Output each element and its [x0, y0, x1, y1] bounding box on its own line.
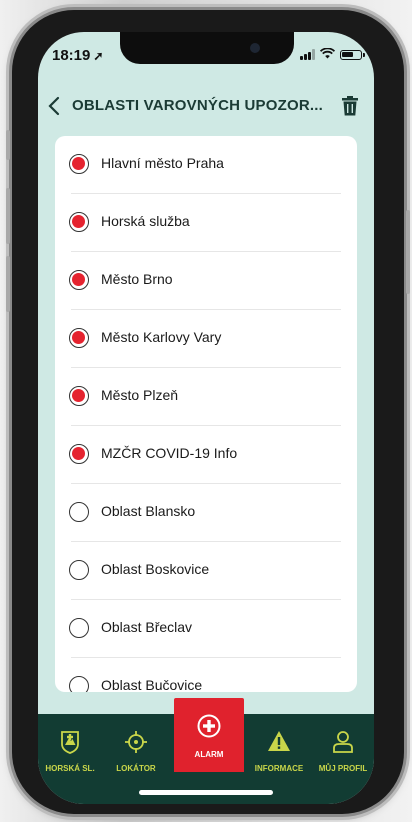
radio-button[interactable] — [69, 444, 89, 464]
plus-circle-icon — [197, 714, 221, 743]
page-title: OBLASTI VAROVNÝCH UPOZOR... — [72, 97, 323, 114]
list-item[interactable]: Oblast Bučovice — [55, 658, 357, 692]
tab-horska-sluzba[interactable]: HORSKÁ SL. — [38, 714, 102, 780]
status-time: 18:19 ➚ — [52, 47, 103, 64]
list-item[interactable]: Oblast Blansko — [55, 484, 357, 542]
radio-button[interactable] — [69, 154, 89, 174]
tab-label: MŮJ PROFIL — [318, 764, 368, 773]
tab-bar: HORSKÁ SL. LOKÁTOR ALARM INFORMACE MŮJ P… — [38, 698, 374, 804]
radio-button[interactable] — [69, 618, 89, 638]
tab-label: LOKÁTOR — [116, 764, 156, 773]
list-item-label: Město Plzeň — [101, 387, 179, 403]
wifi-icon — [319, 47, 336, 61]
notch — [120, 32, 294, 64]
mute-switch — [6, 130, 10, 160]
radio-button[interactable] — [69, 502, 89, 522]
volume-up-button — [6, 188, 10, 244]
list-item-label: Oblast Blansko — [101, 503, 196, 519]
power-button — [406, 210, 410, 294]
list-item-label: Horská služba — [101, 213, 190, 229]
list-item-label: Oblast Bučovice — [101, 677, 203, 692]
crosshair-icon — [124, 730, 148, 759]
list-item-label: Hlavní město Praha — [101, 155, 224, 171]
tab-informace[interactable]: INFORMACE — [246, 714, 312, 780]
app-screen: 18:19 ➚ OBLASTI VAROVNÝCH UPOZOR... Hlav… — [38, 32, 374, 804]
list-item[interactable]: Město Brno — [55, 252, 357, 310]
list-item-label: Město Karlovy Vary — [101, 329, 222, 345]
tab-muj-profil[interactable]: MŮJ PROFIL — [312, 714, 374, 780]
radio-button[interactable] — [69, 270, 89, 290]
home-indicator[interactable] — [139, 790, 273, 795]
list-item[interactable]: Hlavní město Praha — [55, 136, 357, 194]
status-time-text: 18:19 — [52, 47, 91, 64]
list-item[interactable]: Město Plzeň — [55, 368, 357, 426]
tab-label: ALARM — [194, 750, 224, 759]
list-item-label: Oblast Boskovice — [101, 561, 210, 577]
radio-button[interactable] — [69, 676, 89, 692]
back-chevron-icon[interactable] — [48, 92, 60, 121]
list-item[interactable]: MZČR COVID-19 Info — [55, 426, 357, 484]
status-icons — [300, 47, 365, 61]
location-arrow-icon: ➚ — [93, 49, 104, 63]
list-item-label: Oblast Břeclav — [101, 619, 193, 635]
list-item[interactable]: Oblast Břeclav — [55, 600, 357, 658]
radio-button[interactable] — [69, 212, 89, 232]
list-item-label: MZČR COVID-19 Info — [101, 445, 238, 461]
radio-button[interactable] — [69, 328, 89, 348]
list-item-label: Město Brno — [101, 271, 173, 287]
list-item[interactable]: Horská služba — [55, 194, 357, 252]
user-icon — [332, 730, 354, 759]
tab-label: INFORMACE — [254, 764, 304, 773]
radio-button[interactable] — [69, 386, 89, 406]
tab-lokator[interactable]: LOKÁTOR — [102, 714, 170, 780]
alert-area-list: Hlavní město Praha Horská služba Město B… — [55, 136, 357, 692]
trash-icon[interactable] — [342, 96, 360, 118]
radio-button[interactable] — [69, 560, 89, 580]
list-item[interactable]: Oblast Boskovice — [55, 542, 357, 600]
volume-down-button — [6, 256, 10, 312]
warning-icon — [267, 730, 291, 757]
tab-alarm[interactable]: ALARM — [174, 698, 244, 772]
mountain-rescue-icon — [60, 730, 80, 759]
list-item[interactable]: Město Karlovy Vary — [55, 310, 357, 368]
camera-icon — [250, 43, 260, 53]
battery-icon — [340, 49, 365, 60]
header: OBLASTI VAROVNÝCH UPOZOR... — [38, 88, 374, 128]
page: 18:19 ➚ OBLASTI VAROVNÝCH UPOZOR... Hlav… — [0, 0, 412, 822]
tab-label: HORSKÁ SL. — [45, 764, 95, 773]
cellular-signal-icon — [300, 49, 315, 60]
